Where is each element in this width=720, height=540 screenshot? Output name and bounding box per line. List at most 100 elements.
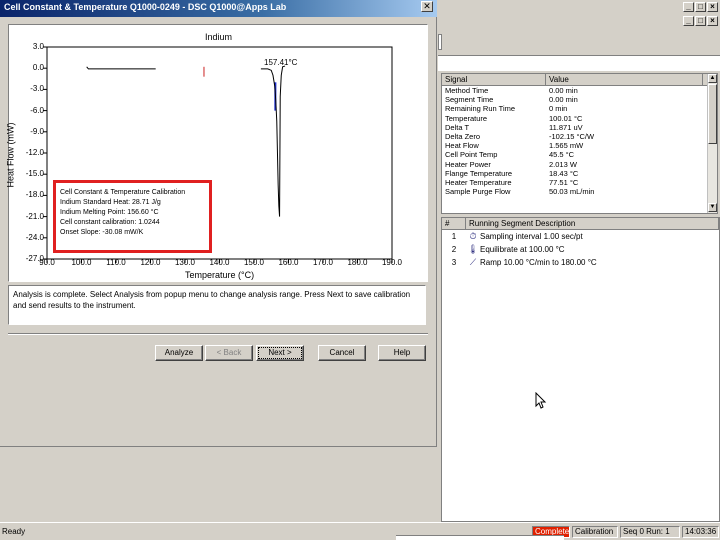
main-edit-area[interactable] (438, 55, 720, 71)
signal-name: Delta Zero (445, 131, 481, 141)
peak-label: 157.41°C (264, 58, 298, 67)
value-column-header[interactable]: Value (546, 74, 703, 85)
signal-value: 0 min (549, 104, 568, 114)
signal-row[interactable]: Method Time 0.00 min (442, 86, 717, 95)
child-close-icon[interactable]: × (707, 16, 718, 26)
signal-name: Heater Temperature (445, 177, 512, 187)
signal-table-scrollbar[interactable]: ▲ ▼ (707, 74, 717, 213)
y-tick-label: -24.0 (25, 232, 44, 242)
status-seq-run: Seq 0 Run: 1 (620, 526, 680, 538)
signal-name: Delta T (445, 122, 470, 132)
signal-value: 77.51 °C (549, 177, 579, 187)
signal-value: 50.03 mL/min (549, 187, 595, 197)
status-time: 14:03:36 (682, 526, 719, 538)
minimize-icon[interactable]: _ (683, 2, 694, 12)
cancel-button[interactable]: Cancel (318, 345, 366, 361)
main-window-top: _ □ × _ □ × (438, 0, 720, 34)
segment-desc-header[interactable]: Running Segment Description (466, 218, 719, 229)
y-tick-label: 0.0 (32, 63, 44, 73)
segment-list-header: # Running Segment Description (442, 218, 719, 230)
scroll-thumb[interactable] (708, 84, 717, 144)
segment-number: 3 (451, 258, 457, 267)
segment-row[interactable]: 3 ⟋ Ramp 10.00 °C/min to 180.00 °C (442, 256, 719, 269)
signal-value: 18.43 °C (549, 168, 579, 178)
heat-flow-series-peak (260, 65, 286, 217)
signal-row[interactable]: Cell Point Temp 45.5 °C (442, 150, 717, 159)
signal-row[interactable]: Delta Zero -102.15 °C/W (442, 132, 717, 141)
signal-name: Sample Purge Flow (445, 187, 511, 197)
calibration-dialog: Cell Constant & Temperature Q1000-0249 -… (0, 0, 437, 447)
scroll-up-icon[interactable]: ▲ (708, 74, 717, 83)
signal-name: Remaining Run Time (445, 104, 516, 114)
signal-table[interactable]: Signal Value Method Time 0.00 min Segment … (441, 73, 718, 214)
x-tick-label: 130.0 (174, 258, 196, 267)
analysis-message: Analysis is complete. Select Analysis fr… (8, 285, 426, 325)
y-tick-label: -15.0 (25, 169, 44, 179)
signal-name: Temperature (445, 113, 488, 123)
analyze-button[interactable]: Analyze (155, 345, 203, 361)
signal-column-header[interactable]: Signal (442, 74, 546, 85)
results-title: Cell Constant & Temperature Calibration (60, 189, 186, 196)
results-cell-constant: Cell constant calibration: 1.0244 (60, 219, 160, 226)
child-restore-icon[interactable]: □ (695, 16, 706, 26)
signal-value: 2.013 W (549, 159, 577, 169)
signal-value: 45.5 °C (549, 150, 575, 160)
x-tick-label: 120.0 (140, 258, 161, 267)
signal-row[interactable]: Remaining Run Time 0 min (442, 104, 717, 113)
thermometer-icon: 🌡 (467, 244, 479, 254)
signal-value: -102.15 °C/W (549, 131, 595, 141)
signal-name: Heater Power (445, 159, 491, 169)
y-tick-label: -21.0 (25, 211, 44, 221)
signal-row[interactable]: Temperature 100.01 °C (442, 114, 717, 123)
signal-name: Heat Flow (445, 141, 479, 151)
x-tick-label: 150.0 (243, 258, 265, 267)
signal-table-header: Signal Value (442, 74, 717, 86)
y-tick-label: -9.0 (30, 126, 44, 136)
signal-row[interactable]: Heater Temperature 77.51 °C (442, 178, 717, 187)
segment-number: 1 (451, 232, 457, 241)
y-tick-label: -6.0 (30, 105, 44, 115)
instrument-combo[interactable] (438, 34, 442, 50)
scroll-down-icon[interactable]: ▼ (708, 203, 717, 212)
x-tick-label: 110.0 (106, 258, 126, 267)
segment-row[interactable]: 1 ⏱ Sampling interval 1.00 sec/pt (442, 230, 719, 243)
help-button[interactable]: Help (378, 345, 426, 361)
y-axis-label: Heat Flow (mW) (5, 122, 16, 188)
signal-value: 1.565 mW (549, 141, 584, 151)
signal-row[interactable]: Heat Flow 1.565 mW (442, 141, 717, 150)
signal-row[interactable]: Sample Purge Flow 50.03 mL/min (442, 187, 717, 196)
segment-num-header[interactable]: # (442, 218, 466, 229)
signal-value: 0.00 min (549, 95, 578, 105)
signal-name: Segment Time (445, 95, 494, 105)
segment-row[interactable]: 2 🌡 Equilibrate at 100.00 °C (442, 243, 719, 256)
signal-row[interactable]: Delta T 11.871 uV (442, 123, 717, 132)
back-button[interactable]: < Back (205, 345, 253, 361)
heat-flow-series (86, 66, 156, 70)
segment-number: 2 (451, 245, 457, 254)
status-bar: Ready Complete Calibration Seq 0 Run: 1 … (0, 522, 720, 540)
clock-icon: ⏱ (469, 231, 477, 241)
segment-description: Equilibrate at 100.00 °C (480, 245, 565, 254)
segment-list[interactable]: # Running Segment Description 1 ⏱ Sampling… (441, 217, 720, 522)
y-tick-label: 3.0 (32, 42, 44, 51)
next-button[interactable]: Next > (256, 345, 304, 361)
signal-row[interactable]: Flange Temperature 18.43 °C (442, 169, 717, 178)
child-minimize-icon[interactable]: _ (683, 16, 694, 26)
signal-name: Flange Temperature (445, 168, 512, 178)
mouse-pointer-icon (535, 392, 547, 409)
segment-description: Ramp 10.00 °C/min to 180.00 °C (480, 258, 597, 267)
segment-description: Sampling interval 1.00 sec/pt (480, 232, 583, 241)
results-melting-point: Indium Melting Point: 156.60 °C (60, 209, 159, 216)
divider (8, 333, 428, 335)
close-icon[interactable]: × (707, 2, 718, 12)
maximize-icon[interactable]: □ (695, 2, 706, 12)
ramp-icon: ⟋ (469, 257, 477, 267)
results-standard-heat: Indium Standard Heat: 28.71 J/g (60, 199, 161, 206)
signal-value: 11.871 uV (549, 122, 583, 132)
signal-row[interactable]: Heater Power 2.013 W (442, 160, 717, 169)
y-tick-label: -3.0 (30, 84, 44, 94)
signal-row[interactable]: Segment Time 0.00 min (442, 95, 717, 104)
x-tick-label: 190.0 (381, 258, 403, 267)
x-tick-label: 100.0 (71, 258, 92, 267)
taskbar-strip (396, 535, 564, 540)
